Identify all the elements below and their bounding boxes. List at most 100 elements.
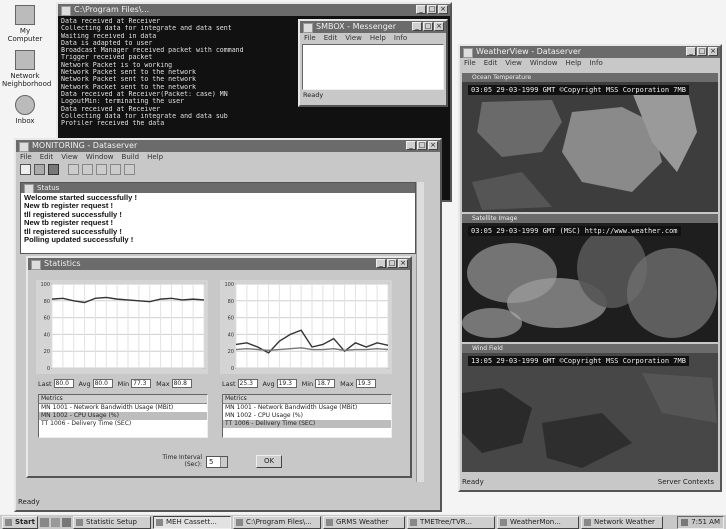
menu-help[interactable]: Help	[370, 33, 386, 44]
status-log-window[interactable]: Status Welcome started successfully ! Ne…	[20, 182, 416, 254]
menu-file[interactable]: File	[304, 33, 316, 44]
left-stats-fields: Last 80.0 Avg 80.0 Min 77.3 Max 80.8	[38, 379, 192, 388]
menu-file[interactable]: File	[464, 58, 476, 69]
cut-icon[interactable]	[68, 164, 79, 175]
status-log-title-bar[interactable]: Status	[21, 183, 415, 193]
minimize-button[interactable]: _	[416, 5, 426, 14]
list-item[interactable]: MN 1002 - CPU Usage (%)	[39, 412, 207, 420]
new-file-icon[interactable]	[20, 164, 31, 175]
right-metrics-list[interactable]: Metrics MN 1001 - Network Bandwidth Usag…	[222, 394, 392, 438]
maximize-button[interactable]: □	[423, 22, 433, 31]
ok-button[interactable]: OK	[256, 455, 282, 468]
min-value-field[interactable]: 18.7	[315, 379, 336, 388]
minimize-button[interactable]: _	[376, 259, 386, 268]
menu-window[interactable]: Window	[530, 58, 558, 69]
menu-help[interactable]: Help	[147, 152, 163, 163]
avg-value-field[interactable]: 80.0	[92, 379, 113, 388]
start-button[interactable]: Start	[2, 515, 38, 529]
panel-title-bar[interactable]: Wind Field	[462, 344, 718, 353]
clock[interactable]: 7:51 AM	[691, 517, 720, 528]
close-button[interactable]: ×	[428, 141, 438, 150]
desktop-icon-network[interactable]: Network Neighborhood	[2, 50, 51, 88]
quicklaunch-mail-icon[interactable]	[62, 517, 71, 527]
copy-icon[interactable]	[82, 164, 93, 175]
list-item[interactable]: TT 1006 - Delivery Time (SEC)	[223, 420, 391, 428]
menu-build[interactable]: Build	[122, 152, 140, 163]
max-value-field[interactable]: 80.8	[171, 379, 192, 388]
y-tick-label: 60	[228, 316, 234, 322]
panel-title-bar[interactable]: Satellite Image	[462, 214, 718, 223]
taskbar-button[interactable]: TMETree/TVR...	[407, 515, 495, 529]
maximize-button[interactable]: □	[387, 259, 397, 268]
list-item[interactable]: MN 1001 - Network Bandwidth Usage (MBit)	[223, 404, 391, 412]
maximize-button[interactable]: □	[417, 141, 427, 150]
quicklaunch-desktop-icon[interactable]	[40, 517, 49, 527]
open-folder-icon[interactable]	[34, 164, 45, 175]
list-header[interactable]: Metrics	[39, 395, 207, 404]
max-value-field[interactable]: 19.3	[355, 379, 376, 388]
messenger-title-bar[interactable]: SMBOX - Messenger _ □ ×	[300, 21, 446, 33]
taskbar-button[interactable]: MEH Cassett...	[153, 515, 231, 529]
menu-edit[interactable]: Edit	[324, 33, 338, 44]
menu-edit[interactable]: Edit	[40, 152, 54, 163]
desktop-icon-my-computer[interactable]: My Computer	[2, 5, 48, 43]
maximize-button[interactable]: □	[427, 5, 437, 14]
panel-title-bar[interactable]: Ocean Temperature	[462, 73, 718, 82]
monitoring-window[interactable]: MONITORING - Dataserver _ □ × File Edit Vi…	[14, 138, 442, 512]
avg-value-field[interactable]: 19.3	[276, 379, 297, 388]
save-icon[interactable]	[48, 164, 59, 175]
print-icon[interactable]	[110, 164, 121, 175]
taskbar-button[interactable]: C:\Program Files\...	[233, 515, 321, 529]
messenger-content[interactable]	[302, 44, 444, 90]
monitoring-title-bar[interactable]: MONITORING - Dataserver _ □ ×	[16, 140, 440, 152]
maximize-button[interactable]: □	[697, 47, 707, 56]
left-metrics-list[interactable]: Metrics MN 1001 - Network Bandwidth Usag…	[38, 394, 208, 438]
ocean-temperature-panel[interactable]: Ocean Temperature 03:05 29-03-1999 GMT ©…	[462, 73, 718, 212]
statistics-window[interactable]: Statistics _ □ × 0 20 40 60 80 100 0 20 40 60 80 100…	[26, 256, 412, 478]
menu-info[interactable]: Info	[589, 58, 602, 69]
taskbar-button[interactable]: Network Weather	[581, 515, 663, 529]
minimize-button[interactable]: _	[686, 47, 696, 56]
close-button[interactable]: ×	[434, 22, 444, 31]
list-item[interactable]: MN 1001 - Network Bandwidth Usage (MBit)	[39, 404, 207, 412]
console-line: Profiler received the data	[61, 120, 165, 128]
taskbar-button[interactable]: GRMS Weather	[323, 515, 405, 529]
list-item[interactable]: MN 1002 - CPU Usage (%)	[223, 412, 391, 420]
paste-icon[interactable]	[96, 164, 107, 175]
help-icon[interactable]	[124, 164, 135, 175]
menu-view[interactable]: View	[505, 58, 522, 69]
messenger-window[interactable]: SMBOX - Messenger _ □ × File Edit View Hel…	[298, 19, 448, 107]
weather-window[interactable]: WeatherView - Dataserver _ □ × File Edit V…	[458, 44, 722, 492]
close-button[interactable]: ×	[708, 47, 718, 56]
log-scrollbar[interactable]	[416, 182, 424, 482]
wind-map-image	[462, 353, 718, 472]
spinner-arrows-icon[interactable]	[220, 457, 227, 467]
list-item[interactable]: TT 1006 - Delivery Time (SEC)	[39, 420, 207, 428]
menu-file[interactable]: File	[20, 152, 32, 163]
menu-info[interactable]: Info	[394, 33, 407, 44]
min-value-field[interactable]: 77.3	[131, 379, 152, 388]
satellite-image-panel[interactable]: Satellite Image 03:05 29-03-1999 GMT (MS…	[462, 214, 718, 342]
last-value-field[interactable]: 80.0	[53, 379, 74, 388]
interval-spinner[interactable]: 5	[206, 456, 228, 468]
taskbar-button[interactable]: WeatherMon...	[497, 515, 579, 529]
list-header[interactable]: Metrics	[223, 395, 391, 404]
close-button[interactable]: ×	[398, 259, 408, 268]
menu-view[interactable]: View	[61, 152, 78, 163]
minimize-button[interactable]: _	[406, 141, 416, 150]
volume-icon[interactable]	[681, 518, 689, 526]
weather-title-bar[interactable]: WeatherView - Dataserver _ □ ×	[460, 46, 720, 58]
minimize-button[interactable]: _	[412, 22, 422, 31]
menu-view[interactable]: View	[345, 33, 362, 44]
desktop-icon-inbox[interactable]: Inbox	[2, 95, 48, 125]
menu-help[interactable]: Help	[566, 58, 582, 69]
console-title-bar[interactable]: C:\Program Files\... _ □ ×	[58, 4, 450, 16]
taskbar-button[interactable]: Statistic Setup	[73, 515, 151, 529]
close-button[interactable]: ×	[438, 5, 448, 14]
quicklaunch-browser-icon[interactable]	[51, 517, 60, 527]
last-value-field[interactable]: 25.3	[237, 379, 258, 388]
menu-window[interactable]: Window	[86, 152, 114, 163]
wind-field-panel[interactable]: Wind Field 13:05 29-03-1999 GMT ©Copyrig…	[462, 344, 718, 472]
statistics-title-bar[interactable]: Statistics _ □ ×	[28, 258, 410, 270]
menu-edit[interactable]: Edit	[484, 58, 498, 69]
